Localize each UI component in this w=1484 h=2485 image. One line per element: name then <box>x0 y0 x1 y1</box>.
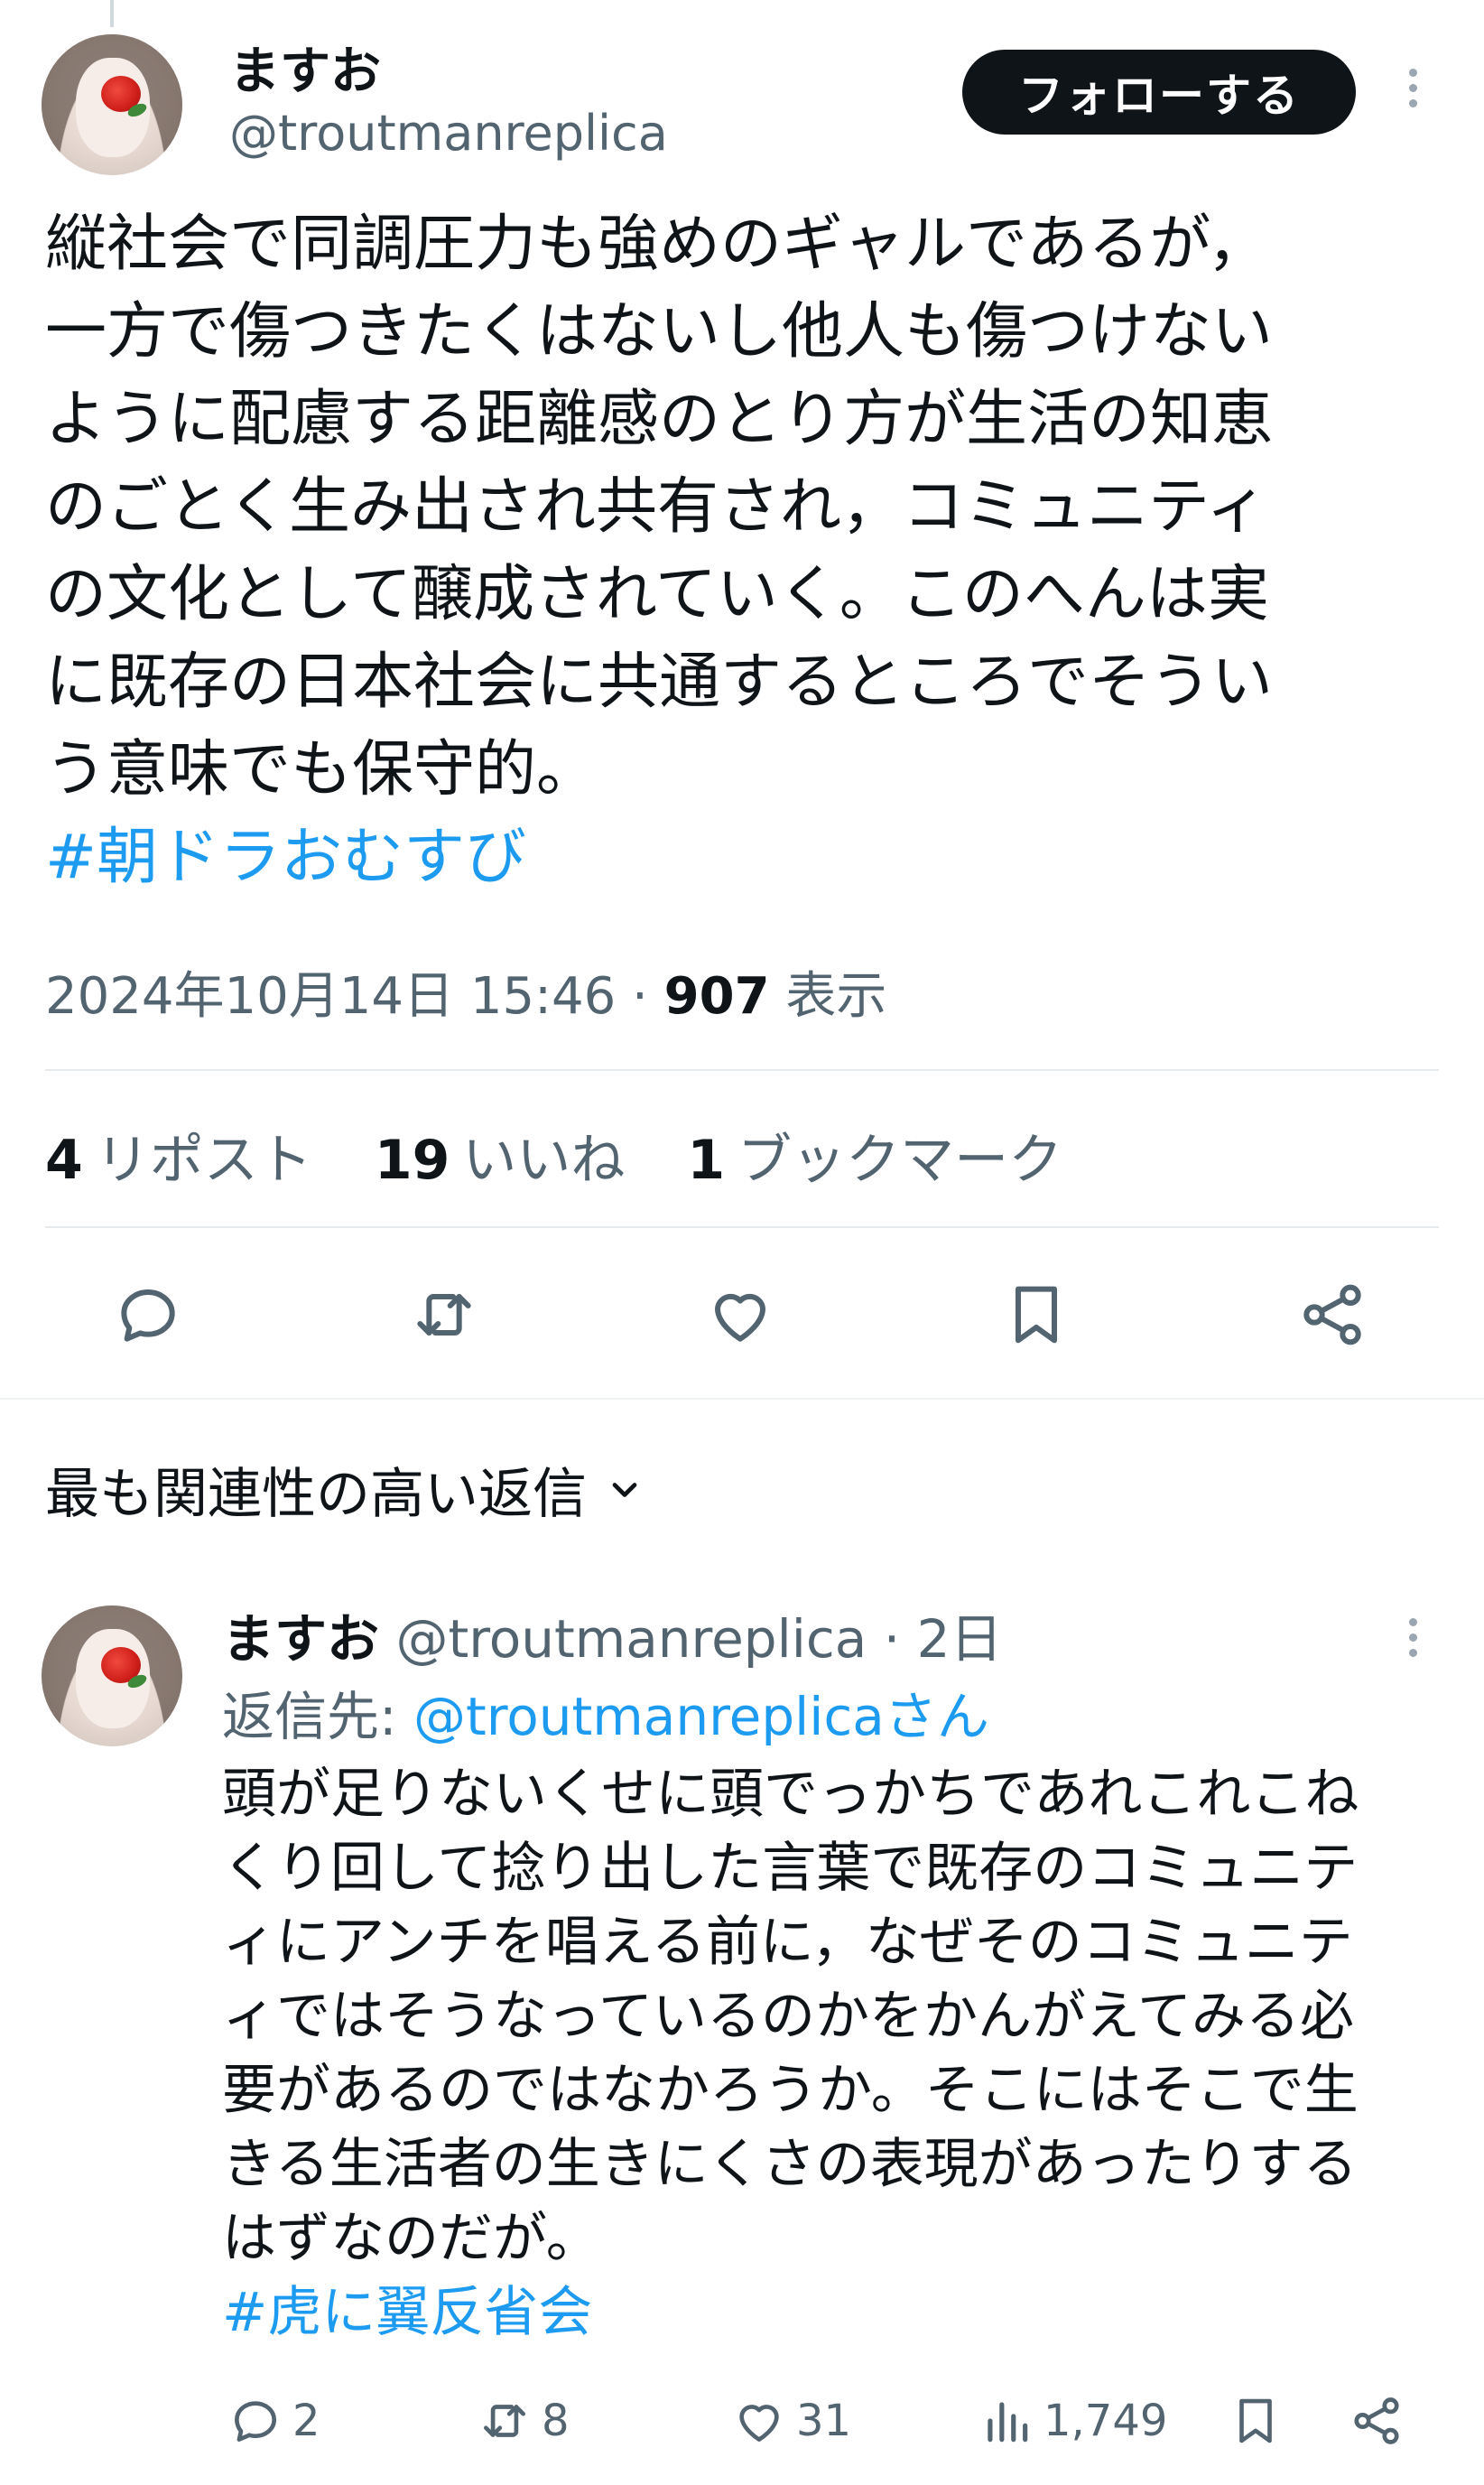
reply-hashtag-link[interactable]: #虎に翼反省会 <box>222 2276 1450 2350</box>
views-label: 表示 <box>785 967 887 1026</box>
share-button[interactable] <box>1287 1270 1377 1360</box>
reply-text-line: ィではそうなっているのかをかんがえてみる必 <box>222 1985 1354 2048</box>
views-icon <box>988 2402 1028 2443</box>
share-icon <box>1354 2397 1399 2444</box>
bookmarks-label: ブックマーク <box>737 1129 1063 1192</box>
follow-button[interactable]: フォローする <box>962 50 1356 135</box>
like-icon <box>739 2405 779 2442</box>
tweet-text-line: う意味でも保守的。 <box>45 734 598 805</box>
reply-time-separator: · <box>883 1608 901 1670</box>
more-icon[interactable] <box>1399 69 1426 107</box>
tweet-text-line: 一方で傷つきたくはないし他人も傷つけない <box>45 296 1274 368</box>
reply-header: ますお @troutmanreplica · 2日 <box>222 1596 1003 1672</box>
share-icon <box>1303 1284 1361 1345</box>
tweet-stats: 4 リポスト 19 いいね 1 ブックマーク <box>45 1116 1062 1195</box>
replies-sort-label: 最も関連性の高い返信 <box>45 1463 587 1526</box>
views-count: 907 <box>663 967 770 1026</box>
reply-to: 返信先: @troutmanreplicaさん <box>222 1674 989 1750</box>
reply-likes-count: 31 <box>796 2396 852 2446</box>
likes-label: いいね <box>462 1129 626 1192</box>
chevron-down-icon <box>612 1482 637 1497</box>
repost-button[interactable] <box>399 1270 489 1360</box>
tweet-text-line: 縦社会で同調圧力も強めのギャルであるが， <box>45 209 1269 280</box>
reply-author-handle[interactable]: @troutmanreplica <box>395 1608 867 1670</box>
meta-separator: · <box>632 967 648 1026</box>
thread-connector-line <box>110 0 114 27</box>
tweet-text-line: ように配慮する距離感のとり方が生活の知恵 <box>45 384 1274 455</box>
repost-icon <box>484 2405 525 2437</box>
reply-text-line: 要があるのではなかろうか。そこにはそこで生 <box>222 2059 1359 2122</box>
reposts-label: リポスト <box>95 1129 312 1192</box>
likes-count: 19 <box>374 1129 450 1192</box>
avatar[interactable] <box>42 34 182 175</box>
like-icon <box>715 1293 765 1342</box>
divider <box>45 1069 1439 1071</box>
hashtag-link[interactable]: #朝ドラおむすび <box>45 814 1453 901</box>
reply-reposts-count: 8 <box>542 2396 570 2446</box>
tweet-text: 縦社会で同調圧力も強めのギャルであるが， 一方で傷つきたくはないし他人も傷つけな… <box>45 200 1453 901</box>
tweet-text-line: に既存の日本社会に共通するところでそうい <box>45 647 1274 718</box>
reply-like-button[interactable]: 31 <box>731 2393 851 2449</box>
reply-replies-button[interactable]: 2 <box>227 2393 320 2449</box>
divider <box>45 1226 1439 1228</box>
author-handle[interactable]: @troutmanreplica <box>229 105 668 162</box>
reply-text: 頭が足りないくせに頭でっかちであれこれこね くり回して捻り出した言葉で既存のコミ… <box>222 1757 1450 2350</box>
likes-stat[interactable]: 19 いいね <box>375 1129 626 1192</box>
reply-text-line: きる生活者の生きにくさの表現があったりする <box>222 2133 1358 2196</box>
reply-button[interactable] <box>103 1270 193 1360</box>
bookmark-icon <box>1239 2398 1272 2443</box>
reply-to-prefix: 返信先: <box>222 1686 413 1747</box>
replies-sort-dropdown[interactable]: 最も関連性の高い返信 <box>45 1450 645 1529</box>
timestamp[interactable]: 2024年10月14日 15:46 <box>45 967 616 1026</box>
reply-time[interactable]: 2日 <box>917 1608 1003 1670</box>
reposts-stat[interactable]: 4 リポスト <box>45 1129 312 1192</box>
reply-more-icon[interactable] <box>1399 1618 1426 1657</box>
reply-to-handle[interactable]: @troutmanreplicaさん <box>413 1686 989 1747</box>
reply-replies-count: 2 <box>292 2396 320 2446</box>
tweet-text-line: の文化として醸成されていく。このへんは実 <box>45 559 1269 630</box>
tweet-text-line: のごとく生み出され共有され，コミュニティ <box>45 471 1267 543</box>
reply-text-line: ィにアンチを唱える前に，なぜそのコミュニテ <box>222 1911 1353 1974</box>
author-name[interactable]: ますお <box>229 31 381 104</box>
bookmark-button[interactable] <box>991 1270 1081 1360</box>
reply-icon <box>235 2401 276 2442</box>
reply-author-name[interactable]: ますお <box>222 1608 379 1670</box>
reply-icon <box>121 1289 175 1342</box>
reply-views-button[interactable]: 1,749 <box>979 2393 1167 2449</box>
section-divider <box>0 1398 1484 1400</box>
reply-text-line: 頭が足りないくせに頭でっかちであれこれこね <box>222 1763 1359 1826</box>
bookmarks-count: 1 <box>687 1129 726 1192</box>
like-button[interactable] <box>695 1270 785 1360</box>
reposts-count: 4 <box>45 1129 83 1192</box>
tweet-meta: 2024年10月14日 15:46 · 907 表示 <box>45 955 886 1028</box>
reply-avatar[interactable] <box>42 1605 182 1746</box>
bookmark-icon <box>1016 1286 1057 1344</box>
reply-text-line: くり回して捻り出した言葉で既存のコミュニテ <box>222 1837 1359 1900</box>
reply-views-count: 1,749 <box>1043 2396 1168 2446</box>
reply-bookmark-button[interactable] <box>1228 2393 1284 2449</box>
repost-icon <box>417 1294 471 1336</box>
reply-text-line: はずなのだが。 <box>222 2207 600 2270</box>
reply-share-button[interactable] <box>1349 2393 1405 2449</box>
reply-repost-button[interactable]: 8 <box>477 2393 570 2449</box>
bookmarks-stat[interactable]: 1 ブックマーク <box>687 1129 1062 1192</box>
